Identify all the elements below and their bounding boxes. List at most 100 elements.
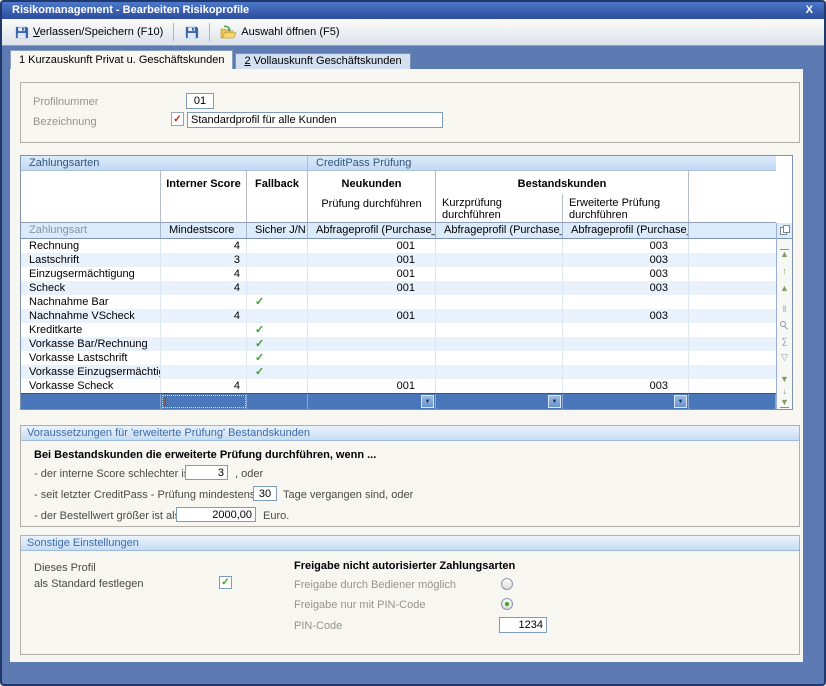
page-up-icon[interactable]: ↑: [777, 267, 792, 276]
table-row[interactable]: Nachnahme Bar ✓: [21, 295, 776, 309]
table-row[interactable]: Vorkasse Lastschrift ✓: [21, 351, 776, 365]
dropdown-button[interactable]: ▼: [548, 395, 561, 408]
band-creditpass: CreditPass Prüfung: [308, 156, 776, 170]
columns-icon[interactable]: ‖: [777, 305, 792, 314]
days-condition-suffix: Tage vergangen sind, oder: [283, 489, 413, 501]
profile-number-input[interactable]: [186, 93, 214, 109]
profile-groupbox: Profilnummer Bezeichnung ✓: [20, 82, 800, 143]
grid-navigator-strip: ▲ ↑ ▲ ‖ ∑ ▽ ▼ ↓ ▼: [776, 223, 792, 409]
subheader-abfrageprofil-kurz[interactable]: Abfrageprofil (Purchase_Type): [436, 223, 563, 238]
default-profile-label-2: als Standard festlegen: [34, 578, 143, 590]
table-row-selected[interactable]: ▼ ▼ ▼: [21, 393, 776, 409]
prev-row-icon[interactable]: ▲: [777, 284, 792, 293]
toolbar: Verlassen/Speichern (F10) Auswahl öffnen…: [2, 19, 824, 46]
default-profile-checkbox[interactable]: ✓: [219, 576, 232, 589]
table-row[interactable]: Lastschrift 3 001 003: [21, 253, 776, 267]
pin-code-input[interactable]: [499, 617, 547, 633]
voraussetzungen-intro: Bei Bestandskunden die erweiterte Prüfun…: [34, 449, 376, 461]
grid-header: Interner Score Fallback Neukunden Prüfun…: [21, 171, 776, 223]
band-zahlungsarten: Zahlungsarten: [21, 156, 308, 170]
header-neukunden[interactable]: Neukunden Prüfung durchführen: [308, 171, 436, 222]
save-icon: [184, 25, 199, 40]
profile-name-label: Bezeichnung: [33, 116, 97, 128]
voraussetzungen-groupbox: Voraussetzungen für 'erweiterte Prüfung'…: [20, 425, 800, 527]
last-row-icon[interactable]: ▼: [777, 398, 792, 408]
sonstige-header: Sonstige Einstellungen: [21, 536, 799, 551]
toolbar-separator: [173, 23, 174, 41]
default-profile-label-1: Dieses Profil: [34, 562, 96, 574]
copy-icon: [780, 225, 790, 236]
subheader-mindestscore[interactable]: Mindestscore: [161, 223, 247, 238]
tab-vollauskunft[interactable]: 2 Vollauskunft Geschäftskunden: [235, 53, 410, 69]
next-row-icon[interactable]: ▼: [777, 375, 792, 384]
score-condition-label: - der interne Score schlechter ist als: [34, 468, 209, 480]
save-exit-label: Verlassen/Speichern (F10): [33, 26, 163, 38]
first-row-icon[interactable]: ▲: [777, 249, 792, 259]
freigabe-pin-radio[interactable]: [501, 598, 513, 610]
tab-label: 1 Kurzauskunft Privat u. Geschäftskunden: [19, 54, 224, 66]
header-empty: [21, 171, 161, 222]
score-threshold-input[interactable]: [185, 465, 228, 480]
chevron-down-icon: ▼: [678, 399, 684, 405]
search-icon[interactable]: [780, 321, 789, 330]
order-value-threshold-input[interactable]: [176, 507, 256, 522]
table-row[interactable]: Einzugsermächtigung 4 001 003: [21, 267, 776, 281]
table-row[interactable]: Nachnahme VScheck 4 001 003: [21, 309, 776, 323]
table-row[interactable]: Vorkasse Scheck 4 001 003: [21, 379, 776, 393]
header-bestandskunden[interactable]: Bestandskunden Kurzprüfung durchführen E…: [436, 171, 689, 222]
save-icon: [14, 25, 29, 40]
table-row[interactable]: Scheck 4 001 003: [21, 281, 776, 295]
close-button[interactable]: X: [803, 2, 816, 19]
tab-kurzauskunft[interactable]: 1 Kurzauskunft Privat u. Geschäftskunden: [10, 50, 233, 69]
grid-band: Zahlungsarten CreditPass Prüfung: [21, 156, 776, 171]
freigabe-bediener-label: Freigabe durch Bediener möglich: [294, 579, 456, 591]
payment-types-grid: Zahlungsarten CreditPass Prüfung Interne…: [20, 155, 793, 410]
tab-page: Profilnummer Bezeichnung ✓ Zahlungsarten…: [10, 69, 803, 662]
profile-number-label: Profilnummer: [33, 96, 98, 108]
save-button[interactable]: [178, 21, 205, 43]
table-row[interactable]: Vorkasse Einzugsermächtigung ✓: [21, 365, 776, 379]
table-row[interactable]: Rechnung 4 001 003: [21, 239, 776, 253]
freigabe-title: Freigabe nicht autorisierter Zahlungsart…: [294, 560, 515, 572]
table-row[interactable]: Vorkasse Bar/Rechnung ✓: [21, 337, 776, 351]
subheader-abfrageprofil-neu[interactable]: Abfrageprofil (Purchase_Type): [308, 223, 436, 238]
days-threshold-input[interactable]: [253, 486, 277, 501]
header-erweiterte-pruefung[interactable]: Erweiterte Prüfung durchführen: [563, 194, 688, 222]
open-selection-label: Auswahl öffnen (F5): [241, 26, 339, 38]
freigabe-bediener-radio[interactable]: [501, 578, 513, 590]
title-bar: Risikomanagement - Bearbeiten Risikoprof…: [2, 2, 824, 19]
subheader-sicher[interactable]: Sicher J/N: [247, 223, 308, 238]
filter-icon[interactable]: ▽: [777, 353, 792, 362]
sonstige-groupbox: Sonstige Einstellungen Dieses Profil als…: [20, 535, 800, 655]
grid-subheader: Zahlungsart Mindestscore Sicher J/N Abfr…: [21, 223, 776, 239]
subheader-abfrageprofil-erw[interactable]: Abfrageprofil (Purchase_Type): [563, 223, 689, 238]
chevron-down-icon: ▼: [552, 399, 558, 405]
save-exit-button[interactable]: Verlassen/Speichern (F10): [8, 21, 169, 43]
tab-strip: 1 Kurzauskunft Privat u. Geschäftskunden…: [10, 50, 411, 69]
header-kurzpruefung[interactable]: Kurzprüfung durchführen: [436, 194, 563, 222]
subheader-filler: [689, 223, 776, 238]
header-fallback[interactable]: Fallback: [247, 171, 308, 222]
focused-cell[interactable]: [161, 394, 247, 409]
order-value-condition-label: - der Bestellwert größer ist als: [34, 510, 180, 522]
toolbar-separator: [209, 23, 210, 41]
subheader-zahlungsart[interactable]: Zahlungsart: [21, 223, 161, 238]
header-filler: [689, 171, 776, 222]
days-condition-label: - seit letzter CreditPass - Prüfung mind…: [34, 489, 255, 501]
score-condition-suffix: , oder: [235, 468, 263, 480]
chevron-down-icon: ▼: [425, 399, 431, 405]
table-row[interactable]: Kreditkarte ✓: [21, 323, 776, 337]
page-down-icon[interactable]: ↓: [777, 387, 792, 396]
freigabe-pin-label: Freigabe nur mit PIN-Code: [294, 599, 425, 611]
profile-name-input[interactable]: [187, 112, 443, 128]
dropdown-button[interactable]: ▼: [674, 395, 687, 408]
copy-button[interactable]: [777, 223, 792, 239]
pin-code-label: PIN-Code: [294, 620, 342, 632]
open-selection-button[interactable]: Auswahl öffnen (F5): [214, 21, 345, 43]
dropdown-button[interactable]: ▼: [421, 395, 434, 408]
window-title: Risikomanagement - Bearbeiten Risikoprof…: [12, 2, 249, 19]
summary-icon[interactable]: ∑: [777, 337, 792, 346]
text-cursor: [164, 397, 166, 406]
header-interner-score[interactable]: Interner Score: [161, 171, 247, 222]
order-value-condition-suffix: Euro.: [263, 510, 289, 522]
